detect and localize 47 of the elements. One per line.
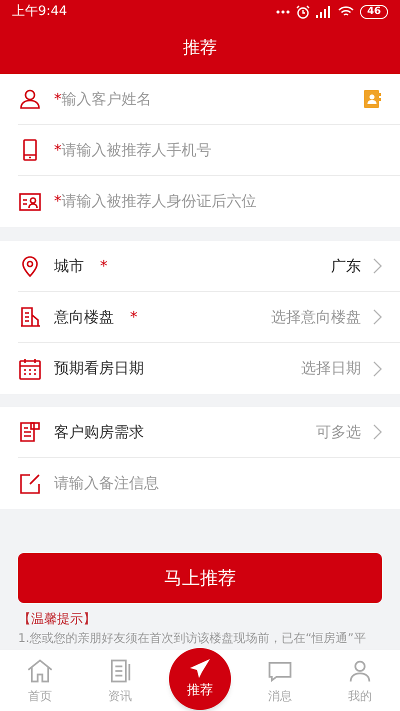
alarm-icon bbox=[296, 5, 310, 19]
chevron-right-icon bbox=[373, 258, 382, 274]
tab[interactable]: 我的 bbox=[320, 650, 400, 711]
row-label: 客户购房需求 bbox=[54, 422, 144, 443]
document-icon bbox=[18, 420, 42, 444]
row-value: 广东 bbox=[331, 256, 361, 277]
input-field[interactable]: 输入客户姓名 bbox=[62, 88, 350, 110]
tab-icon bbox=[26, 656, 54, 684]
row-label: 意向楼盘 bbox=[54, 306, 114, 328]
calendar-icon bbox=[18, 356, 42, 380]
input-field[interactable]: 请输入被推荐人身份证后六位 bbox=[62, 190, 382, 213]
row-placeholder: 选择日期 bbox=[301, 358, 361, 380]
tips-text: 1.您或您的亲朋好友须在首次到访该楼盘现场前，已在“恒房通”平 bbox=[18, 630, 366, 647]
required-mark: * bbox=[100, 256, 108, 277]
input-field[interactable]: 请输入被推荐人手机号 bbox=[62, 138, 382, 162]
select-row[interactable]: 客户购房需求 可多选 bbox=[18, 407, 400, 458]
row-label: 预期看房日期 bbox=[54, 358, 144, 380]
battery-indicator: 46 bbox=[360, 5, 388, 19]
person-icon bbox=[18, 87, 42, 111]
contact-book-icon[interactable] bbox=[362, 89, 382, 109]
tab[interactable]: 首页 bbox=[0, 650, 80, 711]
select-row[interactable]: 城市 * 广东 bbox=[18, 241, 400, 292]
required-mark: * bbox=[54, 191, 62, 212]
row-placeholder: 可多选 bbox=[316, 422, 361, 443]
select-row[interactable]: 预期看房日期 选择日期 bbox=[18, 343, 400, 394]
chevron-right-icon bbox=[373, 424, 382, 440]
tips-title: 【温馨提示】 bbox=[18, 611, 97, 629]
signal-icon bbox=[316, 6, 332, 18]
row-placeholder: 选择意向楼盘 bbox=[271, 306, 361, 328]
required-mark: * bbox=[130, 306, 138, 328]
select-row[interactable]: 意向楼盘 * 选择意向楼盘 bbox=[18, 292, 400, 343]
recommend-tab[interactable]: 推荐 bbox=[169, 648, 231, 710]
page-title: 推荐 bbox=[183, 37, 217, 60]
tab[interactable]: 资讯 bbox=[80, 650, 160, 711]
note-input-field[interactable]: 请输入备注信息 bbox=[54, 472, 382, 495]
wifi-icon bbox=[338, 6, 354, 18]
required-mark: * bbox=[54, 88, 62, 110]
row-label: 城市 bbox=[54, 256, 84, 277]
edit-icon bbox=[18, 472, 42, 496]
more-dots-icon bbox=[276, 10, 290, 14]
chevron-right-icon bbox=[373, 360, 382, 376]
tab[interactable]: 消息 bbox=[240, 650, 320, 711]
building-icon bbox=[18, 305, 42, 329]
status-time: 上午9:44 bbox=[12, 3, 68, 22]
required-mark: * bbox=[54, 140, 62, 161]
chevron-right-icon bbox=[373, 309, 382, 325]
recommend-button[interactable]: 马上推荐 bbox=[18, 553, 382, 603]
